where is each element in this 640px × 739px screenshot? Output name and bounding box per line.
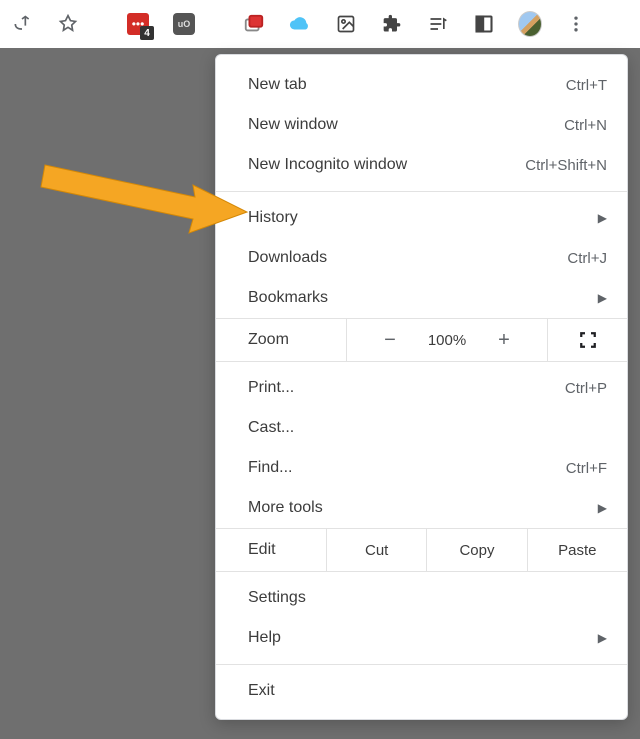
chevron-right-icon: ▶ [590,211,607,225]
menu-label: Find... [248,459,566,477]
zoom-out-button[interactable]: − [368,329,412,352]
fullscreen-button[interactable] [547,319,627,361]
zoom-controls: − 100% + [346,319,547,361]
extension-playlist-icon[interactable] [426,12,450,36]
menu-separator [216,664,627,665]
menu-shortcut: Ctrl+F [566,460,607,477]
menu-item-print[interactable]: Print... Ctrl+P [216,368,627,408]
menu-label: Settings [248,589,607,607]
extension-tabs-icon[interactable] [242,12,266,36]
chrome-main-menu: New tab Ctrl+T New window Ctrl+N New Inc… [215,54,628,720]
browser-toolbar: ••• 4 uO [0,0,640,48]
zoom-label: Zoom [216,331,346,349]
zoom-in-button[interactable]: + [482,329,526,352]
menu-shortcut: Ctrl+T [566,77,607,94]
menu-item-exit[interactable]: Exit [216,671,627,711]
menu-label: More tools [248,499,590,517]
extension-lastpass-icon[interactable]: ••• 4 [126,12,150,36]
menu-item-find[interactable]: Find... Ctrl+F [216,448,627,488]
menu-item-settings[interactable]: Settings [216,578,627,618]
menu-item-new-tab[interactable]: New tab Ctrl+T [216,65,627,105]
menu-label: Downloads [248,249,567,267]
menu-shortcut: Ctrl+J [567,250,607,267]
menu-item-more-tools[interactable]: More tools ▶ [216,488,627,528]
edit-cut-button[interactable]: Cut [326,529,426,571]
menu-item-zoom: Zoom − 100% + [216,318,627,362]
extensions-puzzle-icon[interactable] [380,12,404,36]
chevron-right-icon: ▶ [590,501,607,515]
menu-shortcut: Ctrl+Shift+N [525,157,607,174]
side-panel-icon[interactable] [472,12,496,36]
extension-image-icon[interactable] [334,12,358,36]
bookmark-star-icon[interactable] [56,12,80,36]
menu-item-incognito[interactable]: New Incognito window Ctrl+Shift+N [216,145,627,185]
menu-item-edit: Edit Cut Copy Paste [216,528,627,572]
extension-cloud-icon[interactable] [288,12,312,36]
menu-label: Exit [248,682,607,700]
extension-ublock-icon[interactable]: uO [172,12,196,36]
menu-label: New tab [248,76,566,94]
menu-label: Print... [248,379,565,397]
menu-item-help[interactable]: Help ▶ [216,618,627,658]
edit-paste-button[interactable]: Paste [527,529,627,571]
share-icon[interactable] [10,12,34,36]
zoom-percent: 100% [412,332,482,349]
menu-label: Help [248,629,590,647]
edit-copy-button[interactable]: Copy [426,529,526,571]
menu-item-cast[interactable]: Cast... [216,408,627,448]
chevron-right-icon: ▶ [590,291,607,305]
menu-shortcut: Ctrl+N [564,117,607,134]
menu-item-new-window[interactable]: New window Ctrl+N [216,105,627,145]
menu-label: New Incognito window [248,156,525,174]
profile-avatar[interactable] [518,12,542,36]
chevron-right-icon: ▶ [590,631,607,645]
menu-separator [216,191,627,192]
menu-label: History [248,209,590,227]
menu-label: New window [248,116,564,134]
edit-label: Edit [216,541,326,559]
menu-item-history[interactable]: History ▶ [216,198,627,238]
extension-badge: 4 [140,26,154,40]
menu-label: Cast... [248,419,607,437]
menu-shortcut: Ctrl+P [565,380,607,397]
menu-item-bookmarks[interactable]: Bookmarks ▶ [216,278,627,318]
kebab-menu-icon[interactable] [564,12,588,36]
menu-label: Bookmarks [248,289,590,307]
menu-item-downloads[interactable]: Downloads Ctrl+J [216,238,627,278]
